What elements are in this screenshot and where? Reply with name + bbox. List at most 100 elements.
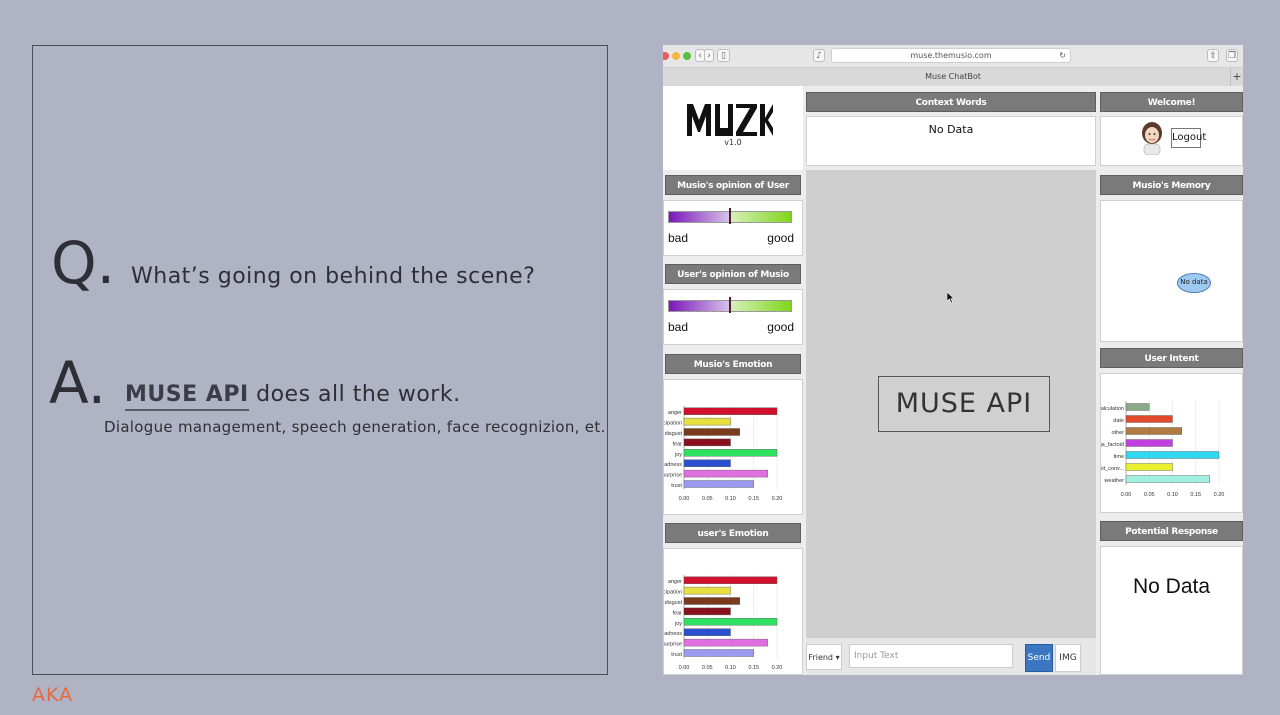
relationship-dropdown-value: Friend bbox=[808, 653, 834, 662]
chart-bar bbox=[683, 469, 768, 478]
chart-bar bbox=[1125, 427, 1182, 435]
chart-tick-label: 0.00 bbox=[679, 665, 690, 671]
mouse-cursor-icon bbox=[947, 292, 955, 304]
chart-category-label: unit_conv... bbox=[1101, 466, 1124, 472]
chart-bar bbox=[683, 628, 731, 636]
chart-category-label: calculation bbox=[1101, 406, 1124, 412]
chat-input[interactable]: Input Text bbox=[849, 644, 1013, 668]
opinion-of-user-bad-label: bad bbox=[668, 231, 689, 245]
chart-category-label: fear bbox=[673, 441, 683, 447]
context-words-panel: No Data bbox=[806, 116, 1096, 166]
chart-bar bbox=[1125, 475, 1210, 483]
chart-tick-label: 0.20 bbox=[1214, 492, 1225, 498]
answer-highlight: MUSE API bbox=[125, 382, 249, 411]
chart-tick-label: 0.00 bbox=[1121, 492, 1132, 498]
chart-bar bbox=[1125, 439, 1173, 447]
musio-emotion-panel: 0.00 0.05 0.10 0.15 0.20 anger anticipation dis… bbox=[663, 379, 803, 515]
chart-category-label: anger bbox=[668, 579, 682, 585]
chart-tick-label: 0.00 bbox=[679, 496, 690, 502]
chart-category-label: weather bbox=[1103, 478, 1124, 484]
chart-tick-label: 0.05 bbox=[702, 665, 713, 671]
chart-category-label: surprise bbox=[664, 642, 682, 648]
chart-tick-label: 0.10 bbox=[725, 665, 736, 671]
send-button[interactable]: Send bbox=[1025, 644, 1053, 672]
welcome-panel: Logout bbox=[1100, 116, 1243, 166]
dropdown-arrow-icon: ▾ bbox=[835, 653, 840, 662]
chart-category-label: anticipation bbox=[664, 590, 682, 596]
opinion-of-user-gauge bbox=[668, 208, 792, 224]
extension-icon[interactable]: ♪ bbox=[813, 49, 825, 62]
opinion-of-musio-marker bbox=[729, 297, 731, 313]
address-bar[interactable]: muse.themusio.com ↻ bbox=[831, 48, 1071, 63]
share-icon[interactable]: ⇧ bbox=[1207, 49, 1219, 62]
muse-api-label: MUSE API bbox=[878, 376, 1050, 432]
zoom-window-button[interactable] bbox=[683, 52, 691, 60]
browser-window: ‹ › ▯ ♪ muse.themusio.com ↻ ⇧ ❐ Muse Chat… bbox=[663, 45, 1243, 675]
chart-bar bbox=[683, 618, 778, 626]
chart-bar bbox=[683, 649, 754, 657]
logo-version: v1.0 bbox=[724, 138, 742, 147]
reload-icon[interactable]: ↻ bbox=[1059, 49, 1066, 63]
url-text: muse.themusio.com bbox=[910, 51, 992, 60]
sidebar-toggle-icon[interactable]: ▯ bbox=[717, 49, 730, 62]
answer-line: MUSE API does all the work. bbox=[125, 382, 461, 411]
chart-category-label: joy bbox=[674, 452, 682, 458]
chart-bar bbox=[683, 428, 740, 436]
chart-category-label: time bbox=[1114, 454, 1124, 460]
memory-header: Musio's Memory bbox=[1100, 175, 1243, 195]
chart-bar bbox=[683, 407, 778, 415]
user-avatar-icon bbox=[1142, 122, 1162, 155]
chart-bar bbox=[683, 449, 778, 457]
memory-panel: No data bbox=[1100, 200, 1243, 342]
qa-frame: Q. What’s going on behind the scene? A. … bbox=[32, 45, 608, 675]
chart-bar bbox=[683, 586, 731, 595]
chart-tick-label: 0.20 bbox=[772, 665, 783, 671]
chart-category-label: qa_factoid bbox=[1101, 442, 1124, 448]
chart-tick-label: 0.20 bbox=[772, 496, 783, 502]
answer-text: does all the work. bbox=[248, 382, 461, 407]
user-emotion-chart: 0.00 0.05 0.10 0.15 0.20 anger anticipation dis… bbox=[663, 575, 783, 671]
chart-bar bbox=[1125, 463, 1173, 471]
tab-muse-chatbot[interactable]: Muse ChatBot bbox=[925, 72, 981, 81]
chart-category-label: disgust bbox=[665, 600, 683, 606]
muse-logo-icon bbox=[687, 104, 773, 136]
chart-bar bbox=[683, 438, 731, 447]
close-window-button[interactable] bbox=[663, 52, 669, 60]
welcome-header: Welcome! bbox=[1100, 92, 1243, 112]
user-emotion-header: user's Emotion bbox=[665, 523, 801, 543]
chart-bar bbox=[683, 576, 778, 584]
chat-input-bar: Friend ▾ Input Text Send IMG bbox=[806, 638, 1096, 675]
tabs-overview-icon[interactable]: ❐ bbox=[1226, 49, 1238, 62]
chart-tick-label: 0.05 bbox=[1144, 492, 1155, 498]
chart-category-label: trust bbox=[671, 652, 682, 658]
chart-category-label: sadness bbox=[664, 462, 682, 468]
chart-category-label: disgust bbox=[665, 431, 683, 437]
chart-bar bbox=[1125, 403, 1150, 411]
user-emotion-panel: 0.00 0.05 0.10 0.15 0.20 anger anticipation dis… bbox=[663, 548, 803, 675]
musio-emotion-header: Musio's Emotion bbox=[665, 354, 801, 374]
chart-bar bbox=[683, 417, 731, 426]
minimize-window-button[interactable] bbox=[672, 52, 680, 60]
chart-bar bbox=[683, 597, 740, 605]
musio-emotion-chart: 0.00 0.05 0.10 0.15 0.20 anger anticipation dis… bbox=[663, 406, 783, 502]
question-text: What’s going on behind the scene? bbox=[131, 264, 536, 289]
opinion-of-user-good-label: good bbox=[767, 231, 794, 245]
potential-response-panel: No Data bbox=[1100, 546, 1243, 675]
opinion-of-user-panel: bad good bbox=[663, 200, 803, 256]
chart-tick-label: 0.15 bbox=[748, 496, 759, 502]
logout-button[interactable]: Logout bbox=[1171, 128, 1206, 148]
forward-button[interactable]: › bbox=[704, 49, 714, 62]
potential-response-value: No Data bbox=[1132, 575, 1211, 598]
logo-panel: v1.0 bbox=[663, 86, 803, 170]
new-tab-button[interactable]: + bbox=[1230, 68, 1243, 86]
image-button[interactable]: IMG bbox=[1055, 644, 1081, 672]
chart-category-label: surprise bbox=[664, 473, 682, 479]
chart-bar bbox=[683, 607, 731, 616]
opinion-of-musio-good-label: good bbox=[767, 320, 794, 334]
relationship-dropdown[interactable]: Friend ▾ bbox=[806, 644, 842, 670]
chart-bar bbox=[683, 638, 768, 647]
memory-node[interactable]: No data bbox=[1177, 273, 1211, 293]
chart-category-label: other bbox=[1111, 430, 1124, 436]
potential-response-header: Potential Response bbox=[1100, 521, 1243, 541]
chart-bar bbox=[1125, 415, 1173, 423]
